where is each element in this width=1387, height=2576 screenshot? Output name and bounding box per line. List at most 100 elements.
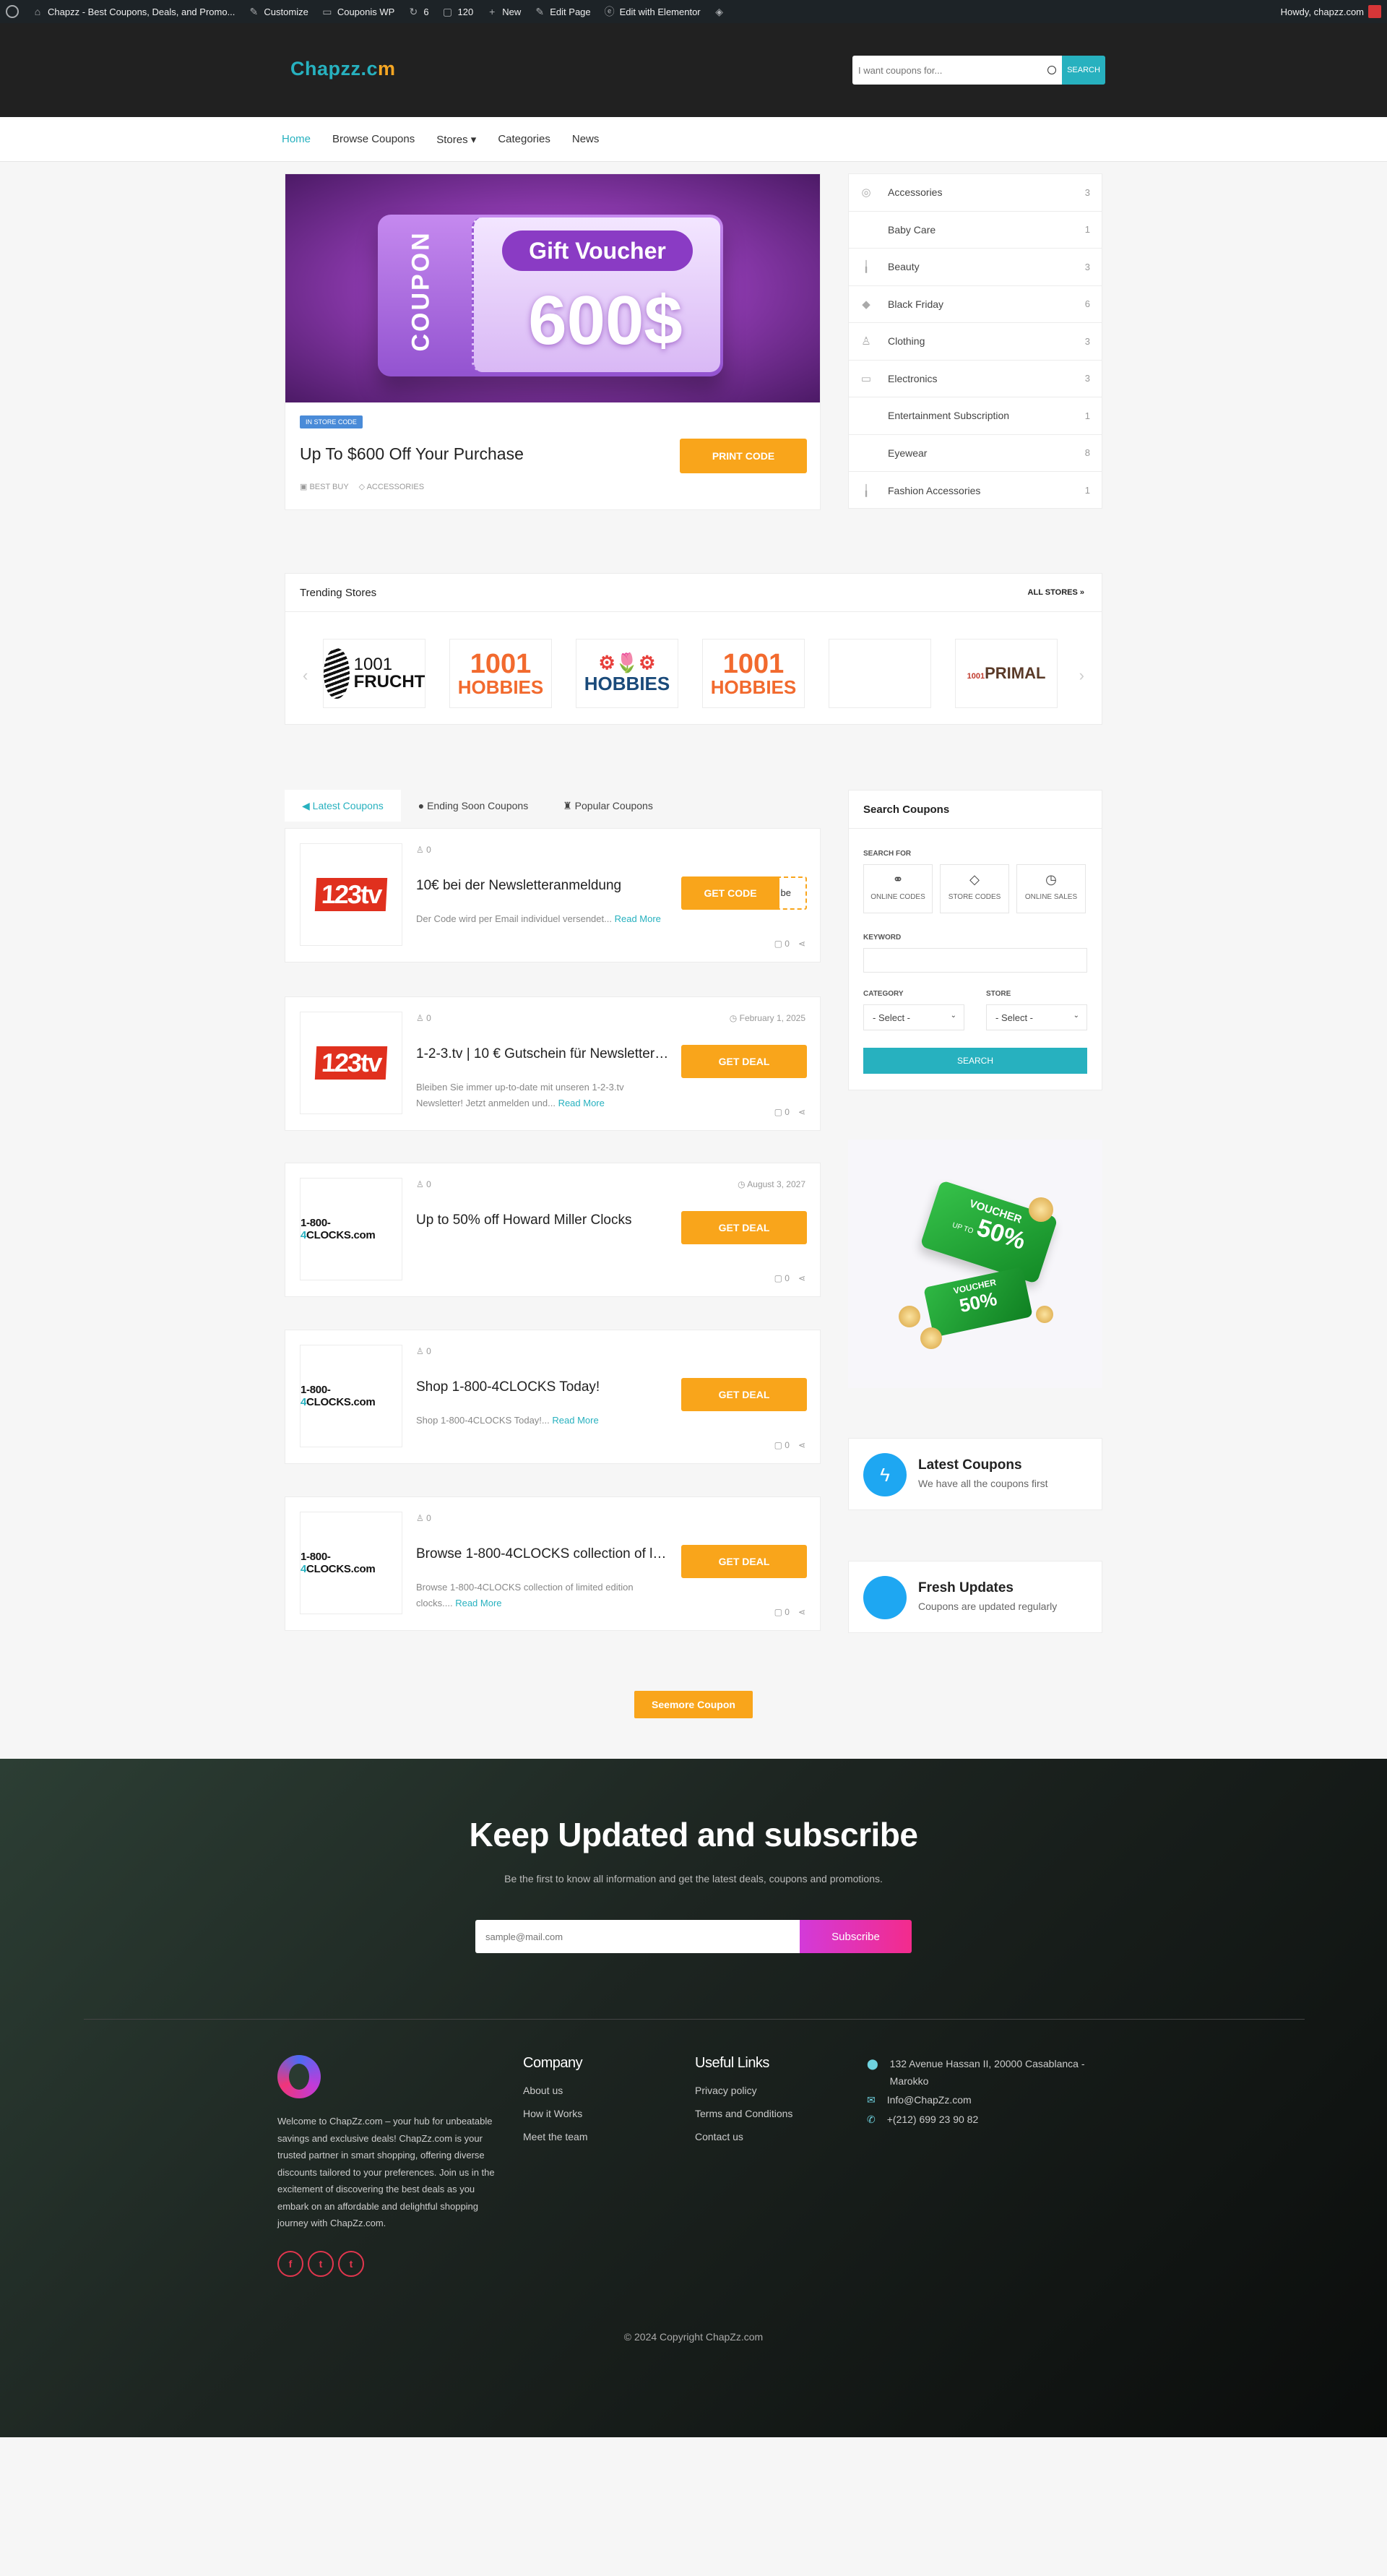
all-stores-link[interactable]: ALL STORES » [1028, 588, 1084, 597]
edit-page-link[interactable]: ✎ Edit Page [534, 6, 590, 17]
diamond-menu[interactable]: ◈ [714, 6, 725, 17]
comment-count[interactable]: ▢ 0 [774, 1273, 790, 1283]
store-tile[interactable]: 1001 HOBBIES [702, 639, 805, 708]
email-field[interactable] [475, 1920, 800, 1953]
store-logo: 1001PRIMAL [967, 664, 1046, 682]
store-codes-option[interactable]: ◇ STORE CODES [940, 864, 1009, 913]
featured-image[interactable]: COUPON Gift Voucher 600$ [285, 174, 820, 402]
store-tile[interactable]: ⚙🌷⚙ HOBBIES [576, 639, 678, 708]
tumblr-icon[interactable]: t [338, 2250, 364, 2277]
category-item[interactable]: ♙ Clothing 3 [849, 323, 1102, 361]
category-item[interactable]: ╽ Fashion Accessories 1 [849, 472, 1102, 509]
store-thumbnail[interactable]: 1-800-4CLOCKS.com [300, 1345, 402, 1447]
category-item[interactable]: Eyewear 8 [849, 435, 1102, 472]
terms-link[interactable]: Terms and Conditions [695, 2108, 792, 2119]
store-thumbnail[interactable]: 1-800-4CLOCKS.com [300, 1178, 402, 1280]
search-button[interactable]: SEARCH [1062, 56, 1105, 85]
share-icon[interactable]: ⋖ [798, 1107, 805, 1117]
contact-link[interactable]: Contact us [695, 2131, 792, 2142]
widget-search-button[interactable]: SEARCH [863, 1048, 1087, 1074]
twitter-icon[interactable]: t [308, 2250, 334, 2277]
elementor-link[interactable]: ⓔ Edit with Elementor [604, 6, 701, 17]
category-link[interactable]: ◇ ACCESSORIES [359, 482, 424, 491]
nav-home[interactable]: Home [282, 133, 311, 146]
store-thumbnail[interactable]: 123tv [300, 1012, 402, 1114]
get-deal-button[interactable]: GET DEAL [681, 1211, 807, 1244]
read-more-link[interactable]: Read More [552, 1415, 598, 1426]
read-more-link[interactable]: Read More [558, 1098, 605, 1108]
nav-categories[interactable]: Categories [498, 133, 550, 146]
featured-title[interactable]: Up To $600 Off Your Purchase [300, 444, 524, 464]
phone-row[interactable]: ✆ +(212) 699 23 90 82 [867, 2114, 1098, 2126]
coupon-title[interactable]: 1-2-3.tv | 10 € Gutschein für Newsletter… [416, 1046, 669, 1062]
get-code-button[interactable]: GET CODE [681, 876, 779, 910]
email-row[interactable]: ✉ Info@ChapZz.com [867, 2094, 1098, 2106]
nav-browse-coupons[interactable]: Browse Coupons [332, 133, 415, 146]
store-tile[interactable]: 1001PRIMAL [955, 639, 1058, 708]
updates-link[interactable]: ↻ 6 [407, 6, 428, 17]
meet-team-link[interactable]: Meet the team [523, 2131, 588, 2142]
comment-count[interactable]: ▢ 0 [774, 1607, 790, 1617]
share-icon[interactable]: ⋖ [798, 1440, 805, 1450]
about-us-link[interactable]: About us [523, 2085, 588, 2096]
get-deal-button[interactable]: GET DEAL [681, 1378, 807, 1411]
prev-arrow-icon[interactable]: ‹ [303, 666, 308, 685]
voucher-ad-banner[interactable]: VOUCHER UP TO 50% VOUCHER 50% [848, 1140, 1102, 1388]
site-logo[interactable]: Chapzz.cm [290, 58, 396, 80]
coupon-title[interactable]: Browse 1-800-4CLOCKS collection of limit… [416, 1546, 669, 1562]
tab-ending-soon[interactable]: ● Ending Soon Coupons [401, 790, 545, 822]
online-codes-option[interactable]: ⚭ ONLINE CODES [863, 864, 933, 913]
share-icon[interactable]: ⋖ [798, 939, 805, 949]
comment-count[interactable]: ▢ 0 [774, 1440, 790, 1450]
tab-latest-coupons[interactable]: ◀ Latest Coupons [285, 790, 401, 822]
category-item[interactable]: ▭ Electronics 3 [849, 361, 1102, 397]
category-item[interactable]: ◆ Black Friday 6 [849, 286, 1102, 323]
comments-link[interactable]: ▢ 120 [442, 6, 473, 17]
category-item[interactable]: ◎ Accessories 3 [849, 174, 1102, 212]
comment-count[interactable]: ▢ 0 [774, 939, 790, 949]
category-item[interactable]: Entertainment Subscription 1 [849, 397, 1102, 435]
nav-stores[interactable]: Stores ▾ [436, 133, 476, 146]
share-icon[interactable]: ⋖ [798, 1273, 805, 1283]
store-tile[interactable]: 1001 HOBBIES [449, 639, 552, 708]
category-item[interactable]: Baby Care 1 [849, 212, 1102, 249]
online-sales-option[interactable]: ◷ ONLINE SALES [1016, 864, 1086, 913]
expiry-date: ◷ August 3, 2027 [738, 1179, 805, 1189]
nav-news[interactable]: News [572, 133, 600, 146]
get-deal-button[interactable]: GET DEAL [681, 1545, 807, 1578]
coupon-title[interactable]: Up to 50% off Howard Miller Clocks [416, 1212, 669, 1228]
read-more-link[interactable]: Read More [455, 1598, 501, 1608]
store-tile[interactable]: 1001 FRUCHT [323, 639, 425, 708]
coupon-title[interactable]: 10€ bei der Newsletteranmeldung [416, 878, 669, 894]
trending-stores: Trending Stores ALL STORES » ‹ › 1001 FRU… [285, 573, 1102, 725]
search-input[interactable] [858, 64, 1047, 76]
comment-count[interactable]: ▢ 0 [774, 1107, 790, 1117]
how-it-works-link[interactable]: How it Works [523, 2108, 588, 2119]
theme-link[interactable]: ▭ Couponis WP [321, 6, 394, 17]
store-thumbnail[interactable]: 123tv [300, 843, 402, 946]
tab-popular[interactable]: ♜ Popular Coupons [545, 790, 670, 822]
category-item[interactable]: ╽ Beauty 3 [849, 249, 1102, 286]
keyword-input[interactable] [863, 948, 1087, 973]
site-name-link[interactable]: ⌂ Chapzz - Best Coupons, Deals, and Promo… [32, 6, 236, 17]
print-code-button[interactable]: PRINT CODE [680, 439, 807, 473]
wordpress-logo[interactable] [6, 5, 19, 18]
see-more-button[interactable]: Seemore Coupon [634, 1691, 753, 1718]
store-tile[interactable] [829, 639, 931, 708]
coupon-title[interactable]: Shop 1-800-4CLOCKS Today! [416, 1379, 669, 1395]
read-more-link[interactable]: Read More [615, 913, 661, 924]
category-select[interactable]: - Select - ⌄ [863, 1004, 964, 1030]
subscribe-button[interactable]: Subscribe [800, 1920, 912, 1953]
store-thumbnail[interactable]: 1-800-4CLOCKS.com [300, 1512, 402, 1614]
facebook-icon[interactable]: f [277, 2250, 303, 2277]
privacy-link[interactable]: Privacy policy [695, 2085, 792, 2096]
account-menu[interactable]: Howdy, chapzz.com [1281, 5, 1381, 18]
customize-link[interactable]: ✎ Customize [248, 6, 308, 17]
voucher-amount: 600$ [528, 282, 683, 359]
store-select[interactable]: - Select - ⌄ [986, 1004, 1087, 1030]
get-deal-button[interactable]: GET DEAL [681, 1045, 807, 1078]
next-arrow-icon[interactable]: › [1079, 666, 1084, 685]
store-link[interactable]: ▣ BEST BUY [300, 482, 349, 491]
new-content-link[interactable]: + New [486, 6, 521, 17]
share-icon[interactable]: ⋖ [798, 1607, 805, 1617]
